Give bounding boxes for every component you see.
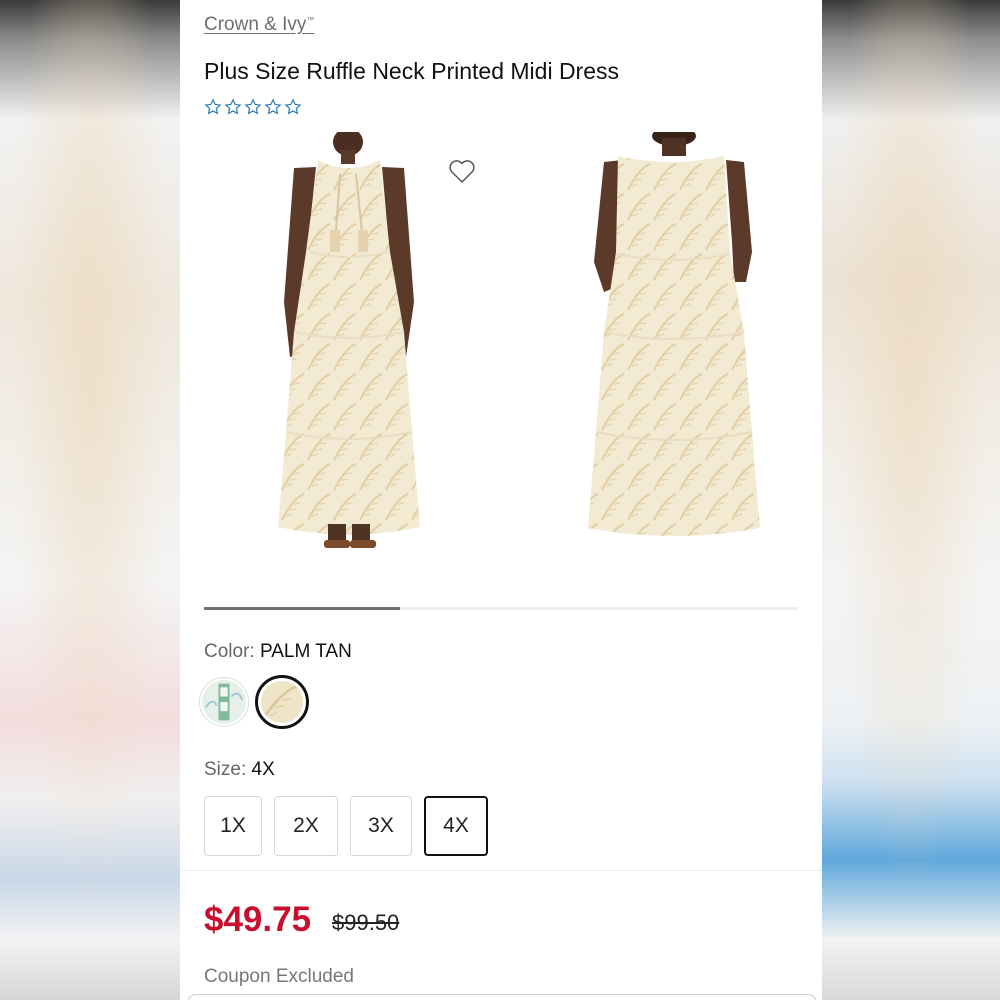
size-label: Size: 4X xyxy=(204,759,275,781)
trademark-mark: ™ xyxy=(306,15,315,25)
color-swatch-list xyxy=(199,675,309,729)
star-outline-icon xyxy=(244,98,262,115)
dress-front-image[interactable] xyxy=(254,132,454,562)
carousel-progress-indicator xyxy=(204,607,401,610)
star-outline-icon xyxy=(204,98,222,115)
dress-back-image[interactable] xyxy=(574,132,804,552)
color-label-prefix: Color: xyxy=(204,641,255,662)
size-option-2x[interactable]: 2X xyxy=(274,796,338,856)
selected-size-value: 4X xyxy=(251,759,275,780)
color-swatch-palm-tan[interactable] xyxy=(255,675,309,729)
section-divider xyxy=(180,870,822,871)
favorite-heart-icon[interactable] xyxy=(448,158,476,184)
bottom-action-bar[interactable] xyxy=(186,994,818,1000)
size-option-4x[interactable]: 4X xyxy=(424,796,488,856)
brand-name: Crown & Ivy xyxy=(204,14,307,35)
product-page: Crown & Ivy™ Plus Size Ruffle Neck Print… xyxy=(180,0,822,1000)
sale-price: $49.75 xyxy=(204,900,312,939)
size-options: 1X 2X 3X 4X xyxy=(204,796,488,856)
background-blur-right xyxy=(822,0,1000,1000)
brand-link[interactable]: Crown & Ivy™ xyxy=(204,14,314,36)
color-label: Color: PALM TAN xyxy=(204,641,352,663)
background-blur-left xyxy=(0,0,180,1000)
star-outline-icon xyxy=(264,98,282,115)
rating-stars[interactable] xyxy=(204,98,302,116)
star-outline-icon xyxy=(284,98,302,115)
size-label-prefix: Size: xyxy=(204,759,247,780)
selected-color-name: PALM TAN xyxy=(259,641,352,662)
original-price: $99.50 xyxy=(332,910,400,935)
size-option-1x[interactable]: 1X xyxy=(204,796,262,856)
product-image-gallery[interactable] xyxy=(204,132,798,572)
coupon-excluded-note: Coupon Excluded xyxy=(204,966,354,987)
size-option-3x[interactable]: 3X xyxy=(350,796,412,856)
star-outline-icon xyxy=(224,98,242,115)
color-swatch-green-print[interactable] xyxy=(199,677,249,727)
carousel-progress-track[interactable] xyxy=(204,607,798,610)
product-title: Plus Size Ruffle Neck Printed Midi Dress xyxy=(204,58,619,84)
